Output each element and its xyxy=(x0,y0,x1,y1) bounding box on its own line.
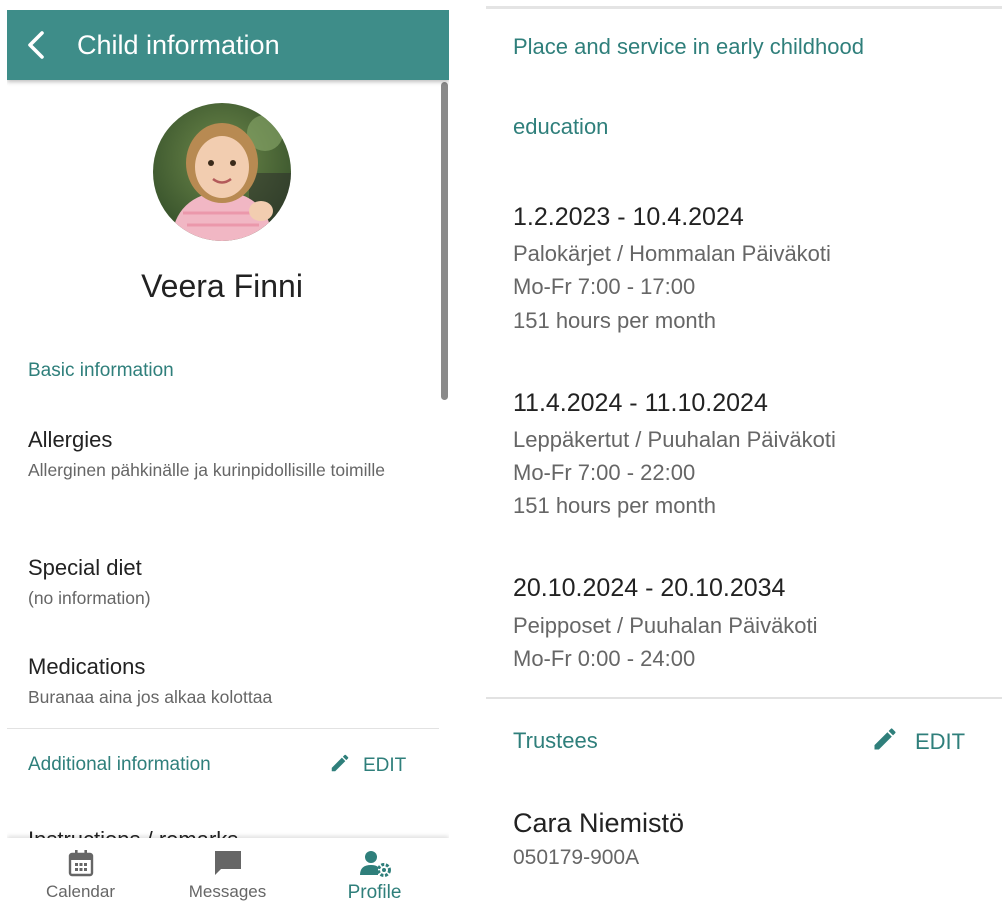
pencil-icon xyxy=(871,725,899,759)
period-unit: Peipposet / Puuhalan Päiväkoti xyxy=(513,613,818,638)
instructions-label: Instructions / remarks xyxy=(28,820,238,838)
period-dates: 11.4.2024 - 11.10.2024 xyxy=(513,389,768,417)
divider xyxy=(486,697,1002,699)
edit-label: EDIT xyxy=(363,755,407,776)
bottom-navigation: Calendar Messages Profile xyxy=(7,838,449,907)
period-monthly: 151 hours per month xyxy=(513,493,717,518)
section-additional-information: Additional information xyxy=(28,754,211,775)
section-trustees: Trustees xyxy=(513,728,598,753)
calendar-icon xyxy=(68,848,94,878)
trustee-id: 050179-900A xyxy=(513,846,640,869)
page-title: Child information xyxy=(77,29,280,60)
top-shadow-line xyxy=(486,6,1002,9)
pencil-icon xyxy=(329,752,351,780)
period-monthly: 151 hours per month xyxy=(513,308,717,333)
period-hours: Mo-Fr 7:00 - 22:00 xyxy=(513,460,696,485)
nav-label-messages: Messages xyxy=(188,882,267,901)
child-name: Veera Finni xyxy=(141,268,303,304)
nav-calendar[interactable]: Calendar xyxy=(7,838,154,907)
period-dates: 20.10.2024 - 20.10.2034 xyxy=(513,574,786,602)
section-placement-title-line2: education xyxy=(513,114,609,139)
section-basic-information: Basic information xyxy=(28,360,174,381)
edit-trustees-button[interactable]: EDIT xyxy=(871,725,965,759)
message-icon xyxy=(213,848,243,878)
back-arrow-icon[interactable] xyxy=(27,31,51,59)
child-avatar xyxy=(153,103,291,241)
nav-label-profile: Profile xyxy=(347,882,402,903)
child-info-screen-scrolled: Place and service in early childhood edu… xyxy=(486,0,1002,907)
app-bar: Child information xyxy=(7,10,449,80)
period-unit: Palokärjet / Hommalan Päiväkoti xyxy=(513,241,831,266)
medications-label: Medications xyxy=(28,654,146,679)
special-diet-label: Special diet xyxy=(28,555,142,580)
edit-additional-button[interactable]: EDIT xyxy=(329,752,406,780)
period-hours: Mo-Fr 7:00 - 17:00 xyxy=(513,274,696,299)
profile-settings-icon xyxy=(359,848,391,878)
section-placement-title-line1: Place and service in early childhood xyxy=(513,34,864,59)
allergies-label: Allergies xyxy=(28,427,113,452)
nav-messages[interactable]: Messages xyxy=(154,838,301,907)
period-hours: Mo-Fr 0:00 - 24:00 xyxy=(513,646,696,671)
scrollbar[interactable] xyxy=(441,82,448,400)
period-unit: Leppäkertut / Puuhalan Päiväkoti xyxy=(513,427,836,452)
nav-profile[interactable]: Profile xyxy=(301,838,448,907)
divider xyxy=(7,728,439,729)
special-diet-value: (no information) xyxy=(28,588,151,608)
trustee-name: Cara Niemistö xyxy=(513,808,685,838)
period-dates: 1.2.2023 - 10.4.2024 xyxy=(513,203,744,231)
allergies-value: Allerginen pähkinälle ja kurinpidollisil… xyxy=(28,460,385,480)
child-info-screen: Child information Veera Finni Basic info… xyxy=(7,10,449,907)
edit-label: EDIT xyxy=(915,729,966,754)
nav-label-calendar: Calendar xyxy=(46,882,115,901)
medications-value: Buranaa aina jos alkaa kolottaa xyxy=(28,687,273,707)
